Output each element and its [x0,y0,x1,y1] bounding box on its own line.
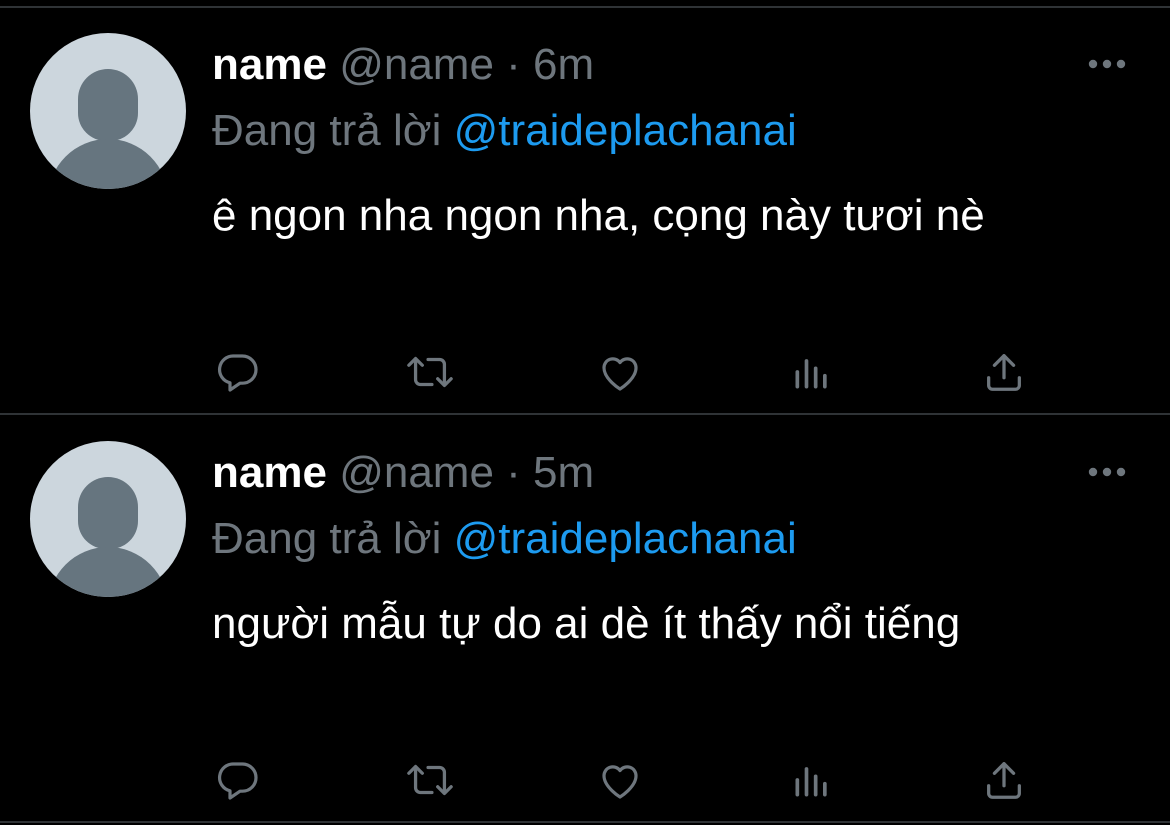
share-icon [987,354,1021,391]
reply-icon [217,354,258,392]
tweet[interactable]: name @name · 5m Đang trả lời @traideplac… [0,416,1170,824]
share-button[interactable] [974,750,1034,810]
retweet-button[interactable] [400,750,460,810]
tweet-actions [0,750,1170,810]
retweet-button[interactable] [400,342,460,402]
display-name[interactable]: name [212,448,327,497]
timestamp[interactable]: 5m [533,448,594,497]
avatar[interactable] [30,441,186,597]
like-button[interactable] [590,342,650,402]
reply-button[interactable] [208,342,268,402]
views-icon [795,767,827,797]
replying-to: Đang trả lời @traideplachanai [212,512,797,566]
replying-to-label: Đang trả lời [212,106,442,155]
tweet-divider [0,821,1170,823]
separator-dot: · [506,40,521,89]
user-handle[interactable]: @name [339,448,494,497]
share-icon [987,762,1021,799]
default-avatar-body [48,547,168,597]
tweet-text: người mẫu tự do ai dè ít thấy nổi tiếng [212,599,961,648]
user-handle[interactable]: @name [339,40,494,89]
replying-to: Đang trả lời @traideplachanai [212,104,797,158]
default-avatar-head [78,69,138,141]
like-button[interactable] [590,750,650,810]
reply-icon [217,762,258,800]
replying-to-mention[interactable]: @traideplachanai [454,106,797,155]
retweet-icon [407,764,453,796]
views-button[interactable] [782,342,842,402]
default-avatar-head [78,477,138,549]
views-icon [795,359,827,389]
tweet-actions [0,342,1170,402]
views-button[interactable] [782,750,842,810]
avatar[interactable] [30,33,186,189]
tweet[interactable]: name @name · 6m Đang trả lời @traideplac… [0,8,1170,416]
default-avatar-body [48,139,168,189]
tweet-divider [0,413,1170,415]
timestamp[interactable]: 6m [533,40,594,89]
tweet-header: name @name · 5m [212,446,594,500]
replying-to-mention[interactable]: @traideplachanai [454,514,797,563]
like-icon [602,357,638,391]
display-name[interactable]: name [212,40,327,89]
separator-dot: · [506,448,521,497]
share-button[interactable] [974,342,1034,402]
more-horizontal-icon [1088,467,1126,477]
replying-to-label: Đang trả lời [212,514,442,563]
more-options-button[interactable] [1082,460,1132,484]
more-horizontal-icon [1088,59,1126,69]
like-icon [602,765,638,799]
retweet-icon [407,356,453,388]
more-options-button[interactable] [1082,52,1132,76]
tweet-header: name @name · 6m [212,38,594,92]
tweet-text: ê ngon nha ngon nha, cọng này tươi nè [212,191,985,240]
reply-button[interactable] [208,750,268,810]
